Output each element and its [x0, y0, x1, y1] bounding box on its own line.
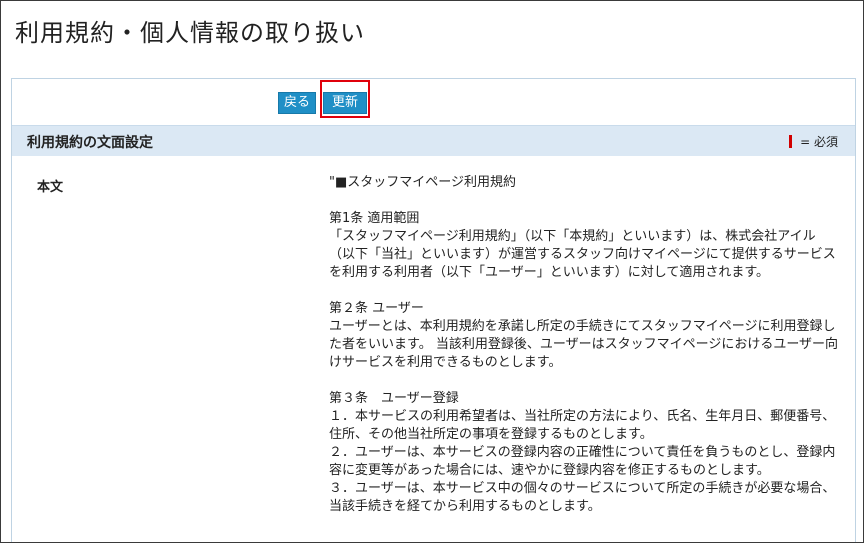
required-mark-icon [789, 135, 793, 148]
window-frame: 利用規約・個人情報の取り扱い 戻る 更新 利用規約の文面設定 = 必須 本文 "… [0, 0, 864, 543]
back-button[interactable]: 戻る [278, 92, 316, 114]
body-text-content: "■スタッフマイページ利用規約 第1条 適用範囲 「スタッフマイページ利用規約」… [329, 175, 839, 514]
body-field-label: 本文 [37, 180, 64, 195]
section-header: 利用規約の文面設定 = 必須 [12, 125, 855, 156]
required-legend: = 必須 [789, 133, 838, 150]
page-title: 利用規約・個人情報の取り扱い [15, 19, 365, 47]
settings-panel: 戻る 更新 利用規約の文面設定 = 必須 本文 "■スタッフマイページ利用規約 … [11, 78, 856, 542]
section-title: 利用規約の文面設定 [27, 135, 153, 151]
toolbar: 戻る 更新 [12, 79, 855, 123]
required-legend-text: = 必須 [800, 135, 838, 149]
update-button[interactable]: 更新 [323, 92, 367, 114]
